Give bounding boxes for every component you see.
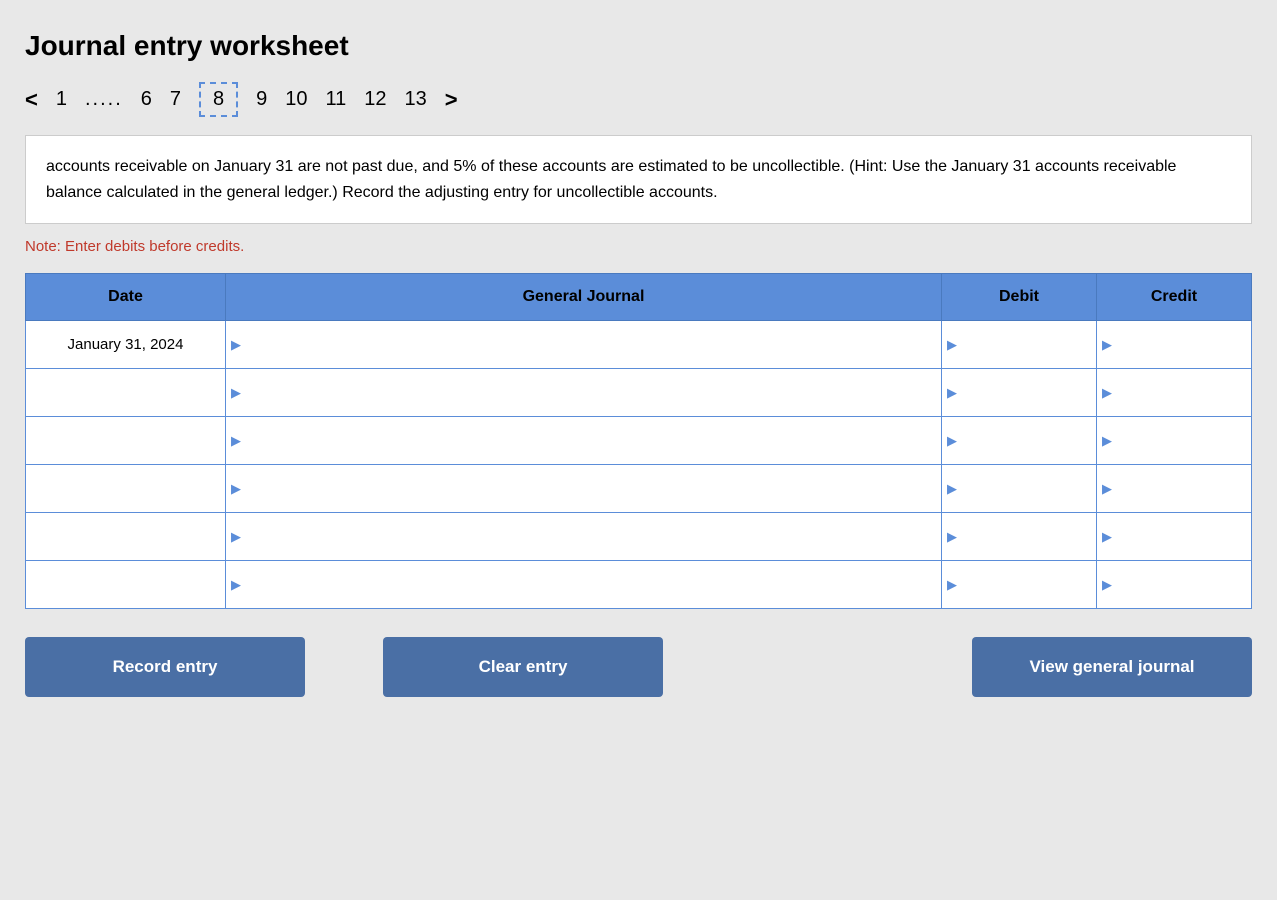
credit-input-5[interactable] [1097,513,1251,560]
debit-cell-5[interactable] [942,513,1097,561]
journal-cell-6[interactable] [226,561,942,609]
credit-input-3[interactable] [1097,417,1251,464]
credit-cell-6[interactable] [1097,561,1252,609]
journal-input-4[interactable] [226,465,941,512]
journal-input-2[interactable] [226,369,941,416]
date-cell-5 [26,513,226,561]
page-9[interactable]: 9 [256,88,267,111]
journal-cell-3[interactable] [226,417,942,465]
credit-input-1[interactable] [1097,321,1251,368]
debit-input-4[interactable] [942,465,1096,512]
page-7[interactable]: 7 [170,88,181,111]
date-cell-3 [26,417,226,465]
description-box: accounts receivable on January 31 are no… [25,135,1252,224]
table-row [26,417,1252,465]
journal-table: Date General Journal Debit Credit Januar… [25,273,1252,609]
debit-input-2[interactable] [942,369,1096,416]
debit-cell-3[interactable] [942,417,1097,465]
credit-cell-4[interactable] [1097,465,1252,513]
note-text: Note: Enter debits before credits. [25,238,1252,255]
header-credit: Credit [1097,274,1252,321]
credit-cell-3[interactable] [1097,417,1252,465]
date-cell-6 [26,561,226,609]
debit-cell-4[interactable] [942,465,1097,513]
journal-cell-1[interactable] [226,321,942,369]
page-13[interactable]: 13 [405,88,427,111]
clear-entry-button[interactable]: Clear entry [383,637,663,697]
journal-input-6[interactable] [226,561,941,608]
table-row [26,513,1252,561]
header-journal: General Journal [226,274,942,321]
page-10[interactable]: 10 [285,88,307,111]
table-row [26,369,1252,417]
page-11[interactable]: 11 [326,88,347,111]
page-dots: ..... [85,88,123,111]
credit-cell-5[interactable] [1097,513,1252,561]
header-date: Date [26,274,226,321]
prev-arrow[interactable]: < [25,87,38,113]
page-12[interactable]: 12 [364,88,386,111]
journal-input-5[interactable] [226,513,941,560]
buttons-row: Record entry Clear entry View general jo… [25,637,1252,697]
date-cell-4 [26,465,226,513]
credit-input-6[interactable] [1097,561,1251,608]
page-1[interactable]: 1 [56,88,67,111]
table-row: January 31, 2024 [26,321,1252,369]
debit-cell-6[interactable] [942,561,1097,609]
page-8-active[interactable]: 8 [199,82,238,117]
table-row [26,561,1252,609]
journal-cell-5[interactable] [226,513,942,561]
table-row [26,465,1252,513]
next-arrow[interactable]: > [445,87,458,113]
debit-input-1[interactable] [942,321,1096,368]
date-cell-1: January 31, 2024 [26,321,226,369]
view-general-journal-button[interactable]: View general journal [972,637,1252,697]
debit-input-5[interactable] [942,513,1096,560]
page-6[interactable]: 6 [141,88,152,111]
journal-input-1[interactable] [226,321,941,368]
debit-cell-2[interactable] [942,369,1097,417]
pagination: < 1 ..... 6 7 8 9 10 11 12 13 > [25,82,1252,117]
credit-cell-1[interactable] [1097,321,1252,369]
journal-input-3[interactable] [226,417,941,464]
debit-input-3[interactable] [942,417,1096,464]
description-text: accounts receivable on January 31 are no… [46,158,1176,201]
credit-cell-2[interactable] [1097,369,1252,417]
journal-cell-4[interactable] [226,465,942,513]
page-title: Journal entry worksheet [25,30,1252,62]
journal-cell-2[interactable] [226,369,942,417]
record-entry-button[interactable]: Record entry [25,637,305,697]
debit-cell-1[interactable] [942,321,1097,369]
date-cell-2 [26,369,226,417]
debit-input-6[interactable] [942,561,1096,608]
header-debit: Debit [942,274,1097,321]
credit-input-2[interactable] [1097,369,1251,416]
credit-input-4[interactable] [1097,465,1251,512]
